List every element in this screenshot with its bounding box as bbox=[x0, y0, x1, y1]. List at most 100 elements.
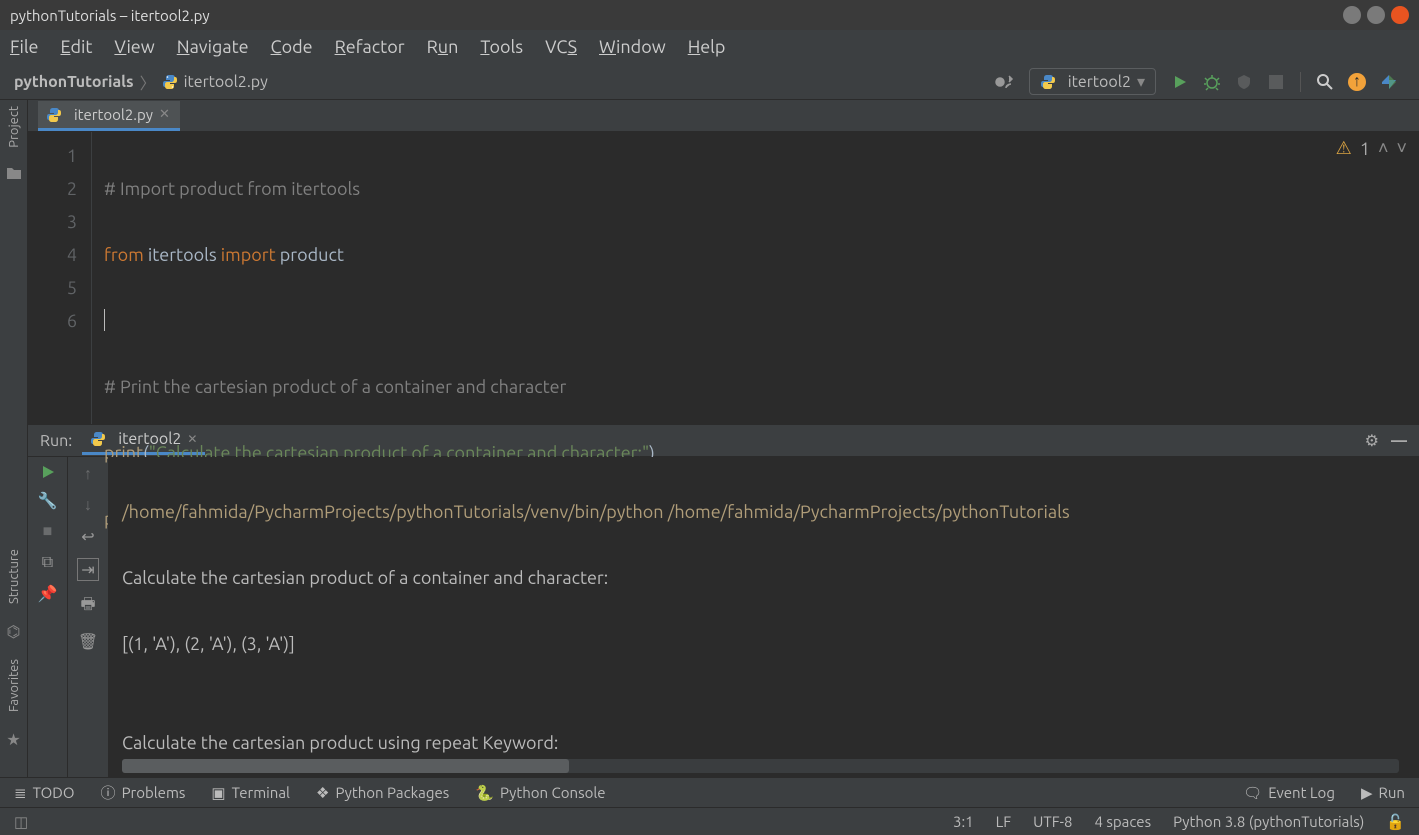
window-minimize-button[interactable] bbox=[1343, 6, 1361, 24]
todo-toolwindow-button[interactable]: ≣TODO bbox=[14, 784, 75, 802]
play-icon: ▶ bbox=[1361, 784, 1373, 802]
stop-icon[interactable]: ■ bbox=[43, 522, 53, 541]
text-cursor bbox=[104, 309, 105, 331]
editor-inspection-widget[interactable]: ⚠ 1 ˄ ˅ bbox=[1336, 138, 1407, 159]
chevron-down-icon[interactable]: ˅ bbox=[1396, 138, 1407, 159]
ide-features-icon[interactable] bbox=[1376, 69, 1402, 95]
lock-icon[interactable]: 🔓 bbox=[1386, 813, 1405, 831]
run-configuration-name: itertool2 bbox=[1068, 73, 1131, 91]
run-configuration-selector[interactable]: itertool2 ▾ bbox=[1029, 68, 1156, 95]
warning-count: 1 bbox=[1360, 139, 1370, 159]
horizontal-scrollbar[interactable] bbox=[122, 759, 1399, 773]
line-number: 1 bbox=[28, 140, 77, 173]
add-configuration-icon[interactable] bbox=[992, 69, 1018, 95]
packages-icon: ❖ bbox=[316, 784, 329, 802]
warning-icon: ⚠ bbox=[1336, 138, 1352, 159]
code-area[interactable]: # Import product from itertools from ite… bbox=[92, 132, 1419, 424]
wrench-icon[interactable]: 🔧 bbox=[38, 491, 58, 510]
menu-code[interactable]: Code bbox=[271, 37, 313, 57]
debug-button-icon[interactable] bbox=[1199, 69, 1225, 95]
breadcrumb-project[interactable]: pythonTutorials bbox=[14, 73, 134, 91]
line-number: 4 bbox=[28, 239, 77, 272]
speech-icon: 🗨 bbox=[1243, 784, 1262, 802]
folder-icon[interactable] bbox=[6, 166, 22, 180]
packages-toolwindow-button[interactable]: ❖Python Packages bbox=[316, 784, 449, 802]
pin-icon[interactable]: 📌 bbox=[38, 584, 58, 603]
run-button-icon[interactable] bbox=[1167, 69, 1193, 95]
toolwindow-quick-access-icon[interactable]: ◫ bbox=[14, 813, 28, 831]
titlebar: pythonTutorials – itertool2.py bbox=[0, 0, 1419, 30]
trash-icon[interactable]: 🗑 bbox=[78, 632, 98, 651]
menu-help[interactable]: Help bbox=[688, 37, 726, 57]
window-close-button[interactable] bbox=[1391, 6, 1409, 24]
menubar: File Edit View Navigate Code Refactor Ru… bbox=[0, 30, 1419, 64]
structure-toolwindow-button[interactable]: Structure bbox=[7, 549, 21, 604]
scrollbar-thumb[interactable] bbox=[122, 759, 569, 773]
eventlog-button[interactable]: 🗨Event Log bbox=[1243, 784, 1335, 802]
console-toolwindow-button[interactable]: 🐍Python Console bbox=[475, 784, 605, 802]
run-actions-column: 🔧 ■ ⧉ 📌 bbox=[28, 457, 68, 777]
code-editor[interactable]: 1 2 3 4 5 6 # Import product from iterto… bbox=[28, 132, 1419, 424]
code-text: product bbox=[276, 245, 344, 265]
indent-setting[interactable]: 4 spaces bbox=[1094, 813, 1151, 830]
menu-window[interactable]: Window bbox=[599, 37, 666, 57]
line-separator[interactable]: LF bbox=[996, 813, 1012, 830]
down-arrow-icon[interactable]: ↓ bbox=[84, 496, 92, 515]
python-file-icon bbox=[162, 74, 178, 90]
search-icon[interactable] bbox=[1312, 69, 1338, 95]
console-line: [(1, 'A'), (2, 'A'), (3, 'A')] bbox=[122, 628, 1419, 661]
stop-icon[interactable] bbox=[1263, 69, 1289, 95]
up-arrow-icon[interactable]: ↑ bbox=[84, 465, 92, 484]
line-number: 5 bbox=[28, 272, 77, 305]
console-line: Calculate the cartesian product of a con… bbox=[122, 562, 1419, 595]
caret-position[interactable]: 3:1 bbox=[953, 813, 974, 830]
menu-file[interactable]: File bbox=[10, 37, 39, 57]
window-maximize-button[interactable] bbox=[1367, 6, 1385, 24]
problems-toolwindow-button[interactable]: ⓘProblems bbox=[101, 782, 186, 803]
terminal-icon: ▣ bbox=[211, 784, 225, 802]
breadcrumb-file[interactable]: itertool2.py bbox=[184, 73, 268, 91]
menu-tools[interactable]: Tools bbox=[480, 37, 523, 57]
menu-navigate[interactable]: Navigate bbox=[177, 37, 249, 57]
line-number: 3 bbox=[28, 206, 77, 239]
editor-tab-active[interactable]: itertool2.py ✕ bbox=[38, 101, 180, 131]
project-toolwindow-button[interactable]: Project bbox=[7, 106, 21, 148]
coverage-icon[interactable] bbox=[1231, 69, 1257, 95]
favorites-toolwindow-button[interactable]: Favorites bbox=[7, 659, 21, 712]
run-toolwindow: Run: itertool2 ✕ ⚙ — 🔧 ■ ⧉ 📌 bbox=[28, 424, 1419, 777]
console-command: /home/fahmida/PycharmProjects/pythonTuto… bbox=[122, 502, 1070, 522]
menu-refactor[interactable]: Refactor bbox=[335, 37, 405, 57]
menu-view[interactable]: View bbox=[114, 37, 154, 57]
list-icon: ≣ bbox=[14, 784, 27, 802]
python-interpreter[interactable]: Python 3.8 (pythonTutorials) bbox=[1173, 813, 1364, 830]
code-comment: # Import product from itertools bbox=[104, 179, 360, 199]
python-icon bbox=[1040, 74, 1056, 90]
menu-run[interactable]: Run bbox=[427, 37, 459, 57]
soft-wrap-icon[interactable]: ↩ bbox=[81, 527, 94, 546]
layout-icon[interactable]: ⧉ bbox=[42, 553, 53, 572]
print-icon[interactable]: 🖶 bbox=[80, 593, 95, 620]
file-encoding[interactable]: UTF-8 bbox=[1033, 813, 1072, 830]
line-number: 6 bbox=[28, 305, 77, 338]
menu-edit[interactable]: Edit bbox=[61, 37, 93, 57]
update-available-icon[interactable]: ↑ bbox=[1344, 69, 1370, 95]
close-tab-icon[interactable]: ✕ bbox=[159, 107, 170, 122]
rerun-icon[interactable] bbox=[41, 465, 55, 479]
menu-vcs[interactable]: VCS bbox=[545, 37, 577, 57]
run-toolwindow-button[interactable]: ▶Run bbox=[1361, 784, 1405, 802]
run-label: Run: bbox=[40, 432, 72, 450]
terminal-toolwindow-button[interactable]: ▣Terminal bbox=[211, 784, 290, 802]
navigation-toolbar: pythonTutorials 〉 itertool2.py itertool2… bbox=[0, 64, 1419, 100]
line-number: 2 bbox=[28, 173, 77, 206]
editor-tab-label: itertool2.py bbox=[74, 106, 153, 123]
structure-icon: ⌬ bbox=[7, 622, 21, 641]
toolbar-separator bbox=[1300, 72, 1301, 92]
code-keyword: from bbox=[104, 245, 144, 265]
status-bar: ◫ 3:1 LF UTF-8 4 spaces Python 3.8 (pyth… bbox=[0, 807, 1419, 835]
chevron-up-icon[interactable]: ˄ bbox=[1378, 138, 1389, 159]
run-console-output[interactable]: /home/fahmida/PycharmProjects/pythonTuto… bbox=[108, 457, 1419, 777]
scroll-to-end-icon[interactable]: ⇥ bbox=[77, 558, 98, 581]
left-toolwindow-rail: Project Structure ⌬ Favorites ★ bbox=[0, 100, 28, 777]
editor-gutter: 1 2 3 4 5 6 bbox=[28, 132, 92, 424]
console-line: Calculate the cartesian product using re… bbox=[122, 727, 1419, 760]
